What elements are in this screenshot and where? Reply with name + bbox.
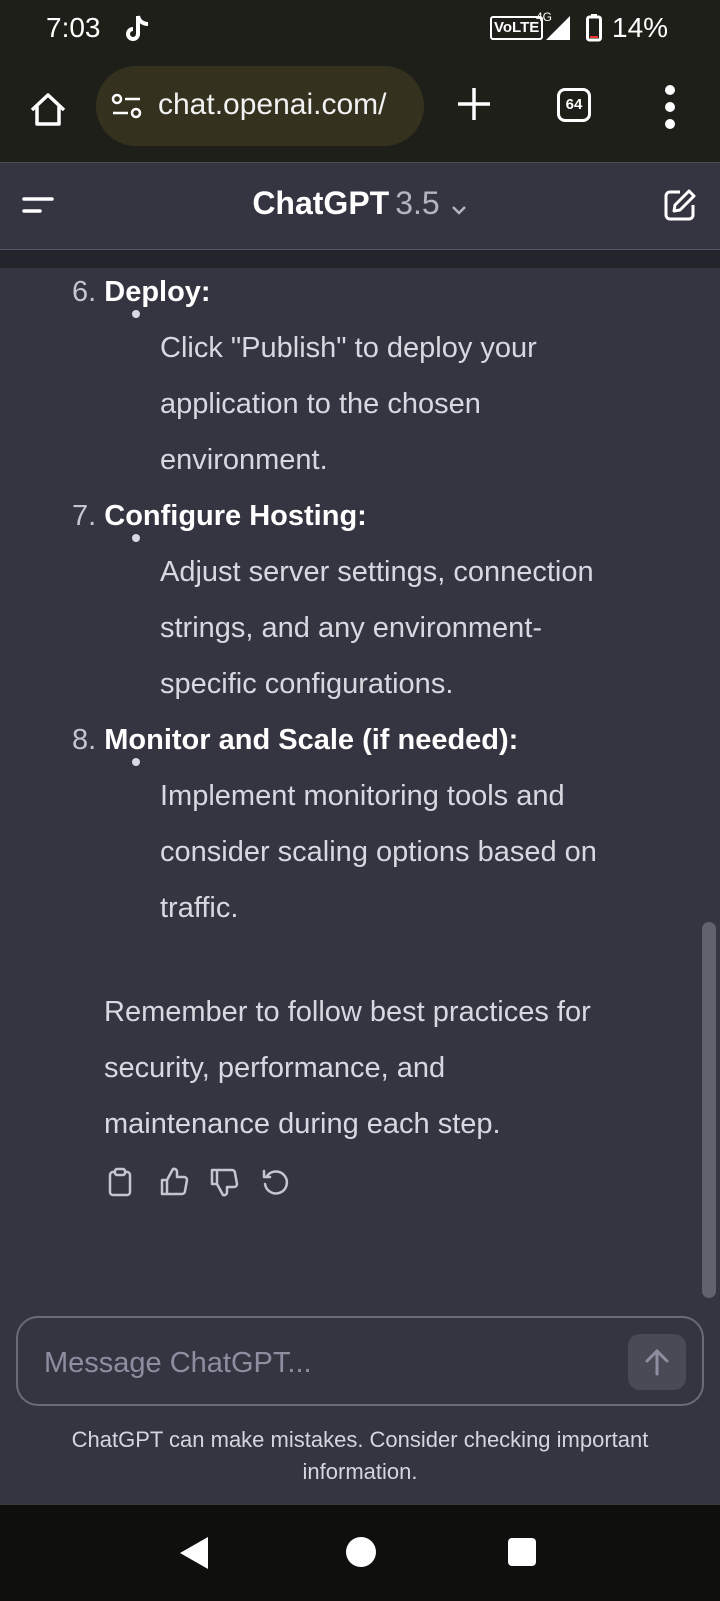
disclaimer-text: ChatGPT can make mistakes. Consider chec…	[71, 1427, 649, 1484]
closing-text: maintenance during each step.	[104, 1108, 501, 1140]
copy-icon[interactable]	[104, 1166, 136, 1198]
tab-count-button[interactable]: 64	[557, 88, 591, 122]
plus-icon[interactable]	[454, 84, 494, 124]
model-selector[interactable]: ChatGPT 3.5	[0, 185, 720, 222]
recents-button[interactable]	[508, 1538, 536, 1566]
step-number: 6.	[72, 276, 97, 308]
battery-icon	[586, 14, 602, 42]
chat-header: ChatGPT 3.5	[0, 162, 720, 250]
list-item: 7. Configure Hosting:	[72, 488, 367, 544]
bullet-dot	[132, 310, 140, 318]
chevron-down-icon	[451, 205, 466, 215]
step-heading: Deploy:	[104, 276, 211, 308]
step-heading: Monitor and Scale (if needed):	[104, 724, 519, 756]
closing-text: security, performance, and	[104, 1052, 446, 1084]
bullet-text: strings, and any environment-	[160, 612, 543, 644]
step-number: 8.	[72, 724, 97, 756]
message-composer	[16, 1316, 704, 1406]
thumbs-up-icon[interactable]	[158, 1166, 190, 1198]
scrollbar[interactable]	[702, 922, 716, 1298]
message-input[interactable]	[42, 1344, 606, 1382]
send-button[interactable]	[628, 1334, 686, 1390]
url-text: chat.openai.com/	[158, 88, 387, 121]
bullet-text: environment.	[160, 444, 328, 476]
home-icon[interactable]	[26, 88, 70, 132]
signal-icon	[546, 16, 570, 40]
bullet-text: Click "Publish" to deploy your	[160, 332, 537, 364]
system-nav-bar	[0, 1504, 720, 1601]
bullet-dot	[132, 534, 140, 542]
back-icon[interactable]	[178, 1535, 210, 1571]
battery-percent: 14%	[612, 12, 669, 43]
browser-toolbar: chat.openai.com/ 64	[0, 58, 720, 162]
bullet-text: specific configurations.	[160, 668, 454, 700]
home-nav-button[interactable]	[346, 1537, 376, 1567]
bullet-text: Implement monitoring tools and	[160, 780, 565, 812]
bullet-text: consider scaling options based on	[160, 836, 597, 868]
page-title: ChatGPT	[252, 185, 390, 221]
new-chat-icon[interactable]	[662, 187, 698, 223]
bullet-text: Adjust server settings, connection	[160, 556, 594, 588]
bullet-text: traffic.	[160, 892, 239, 924]
model-version: 3.5	[395, 185, 440, 221]
arrow-up-icon	[645, 1349, 669, 1376]
bullet-dot	[132, 758, 140, 766]
closing-text: Remember to follow best practices for	[104, 996, 591, 1028]
step-heading: Configure Hosting:	[104, 500, 367, 532]
status-time: 7:03	[46, 12, 101, 43]
chat-response: 6. Deploy: Click "Publish" to deploy you…	[0, 268, 720, 1318]
bullet-text: application to the chosen	[160, 388, 481, 420]
list-item: 6. Deploy:	[72, 264, 211, 320]
site-settings-icon[interactable]	[110, 92, 144, 120]
regenerate-icon[interactable]	[260, 1166, 292, 1198]
thumbs-down-icon[interactable]	[208, 1166, 240, 1198]
status-bar: 7:03 VoLTE 4G 14%	[0, 0, 720, 58]
more-vert-icon[interactable]	[660, 82, 680, 132]
url-bar[interactable]: chat.openai.com/	[96, 66, 424, 146]
tiktok-icon	[126, 15, 149, 41]
step-number: 7.	[72, 500, 97, 532]
